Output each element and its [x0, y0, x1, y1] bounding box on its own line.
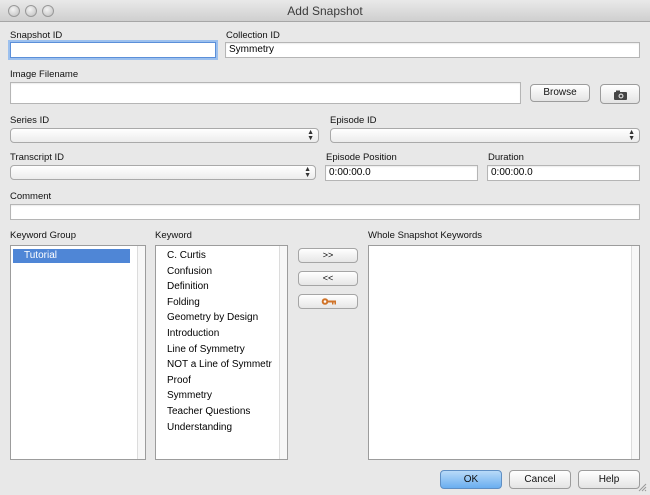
episode-position-label: Episode Position — [326, 152, 397, 163]
whole-snapshot-keywords-scrollbar[interactable] — [631, 246, 639, 459]
keyword-item[interactable]: C. Curtis — [167, 250, 206, 261]
cancel-button[interactable]: Cancel — [509, 470, 571, 489]
add-keyword-button[interactable]: >> — [298, 248, 358, 263]
select-arrows-icon: ▲ ▼ — [304, 166, 311, 179]
resize-grip-icon[interactable] — [637, 482, 647, 492]
transcript-id-label: Transcript ID — [10, 152, 65, 163]
collection-id-field[interactable]: Symmetry — [225, 42, 640, 58]
keyword-item[interactable]: Understanding — [167, 422, 232, 433]
duration-label: Duration — [488, 152, 524, 163]
help-button[interactable]: Help — [578, 470, 640, 489]
ok-button[interactable]: OK — [440, 470, 502, 489]
transcript-id-select[interactable]: ▲ ▼ — [10, 165, 316, 180]
whole-snapshot-keywords-label: Whole Snapshot Keywords — [368, 230, 483, 241]
keyword-item[interactable]: Line of Symmetry — [167, 344, 245, 355]
camera-icon — [613, 89, 628, 100]
camera-button[interactable] — [600, 84, 640, 104]
series-id-select[interactable]: ▲ ▼ — [10, 128, 319, 143]
select-arrows-icon: ▲ ▼ — [628, 129, 635, 142]
remove-keyword-button[interactable]: << — [298, 271, 358, 286]
keyword-item[interactable]: Definition — [167, 281, 209, 292]
window-title: Add Snapshot — [287, 4, 363, 18]
select-arrows-icon: ▲ ▼ — [307, 129, 314, 142]
image-filename-label: Image Filename — [10, 69, 79, 80]
keyword-item[interactable]: Confusion — [167, 266, 212, 277]
duration-field[interactable]: 0:00:00.0 — [487, 165, 640, 181]
browse-button[interactable]: Browse — [530, 84, 590, 102]
episode-position-field[interactable]: 0:00:00.0 — [325, 165, 478, 181]
key-icon — [321, 297, 337, 306]
image-filename-field[interactable] — [10, 82, 521, 104]
keyword-group-list[interactable]: Tutorial — [10, 245, 146, 460]
keyword-item[interactable]: NOT a Line of Symmetr — [167, 359, 272, 370]
keyword-label: Keyword — [155, 230, 192, 241]
comment-label: Comment — [10, 191, 52, 202]
series-id-label: Series ID — [10, 115, 50, 126]
keyword-properties-button[interactable] — [298, 294, 358, 309]
keyword-item[interactable]: Geometry by Design — [167, 312, 258, 323]
window-titlebar[interactable]: Add Snapshot — [0, 0, 650, 22]
episode-id-select[interactable]: ▲ ▼ — [330, 128, 640, 143]
collection-id-label: Collection ID — [226, 30, 280, 41]
keyword-list[interactable]: C. Curtis Confusion Definition Folding G… — [155, 245, 288, 460]
keyword-item[interactable]: Teacher Questions — [167, 406, 250, 417]
comment-field[interactable] — [10, 204, 640, 220]
snapshot-id-label: Snapshot ID — [10, 30, 63, 41]
keyword-item[interactable]: Symmetry — [167, 390, 212, 401]
keyword-group-item-tutorial[interactable]: Tutorial — [13, 249, 130, 263]
keyword-group-label: Keyword Group — [10, 230, 77, 241]
keyword-item[interactable]: Folding — [167, 297, 200, 308]
keyword-group-scrollbar[interactable] — [137, 246, 145, 459]
snapshot-id-field[interactable] — [10, 42, 216, 58]
keyword-item[interactable]: Introduction — [167, 328, 219, 339]
whole-snapshot-keywords-list[interactable] — [368, 245, 640, 460]
keyword-item[interactable]: Proof — [167, 375, 191, 386]
keyword-list-scrollbar[interactable] — [279, 246, 287, 459]
episode-id-label: Episode ID — [330, 115, 377, 126]
